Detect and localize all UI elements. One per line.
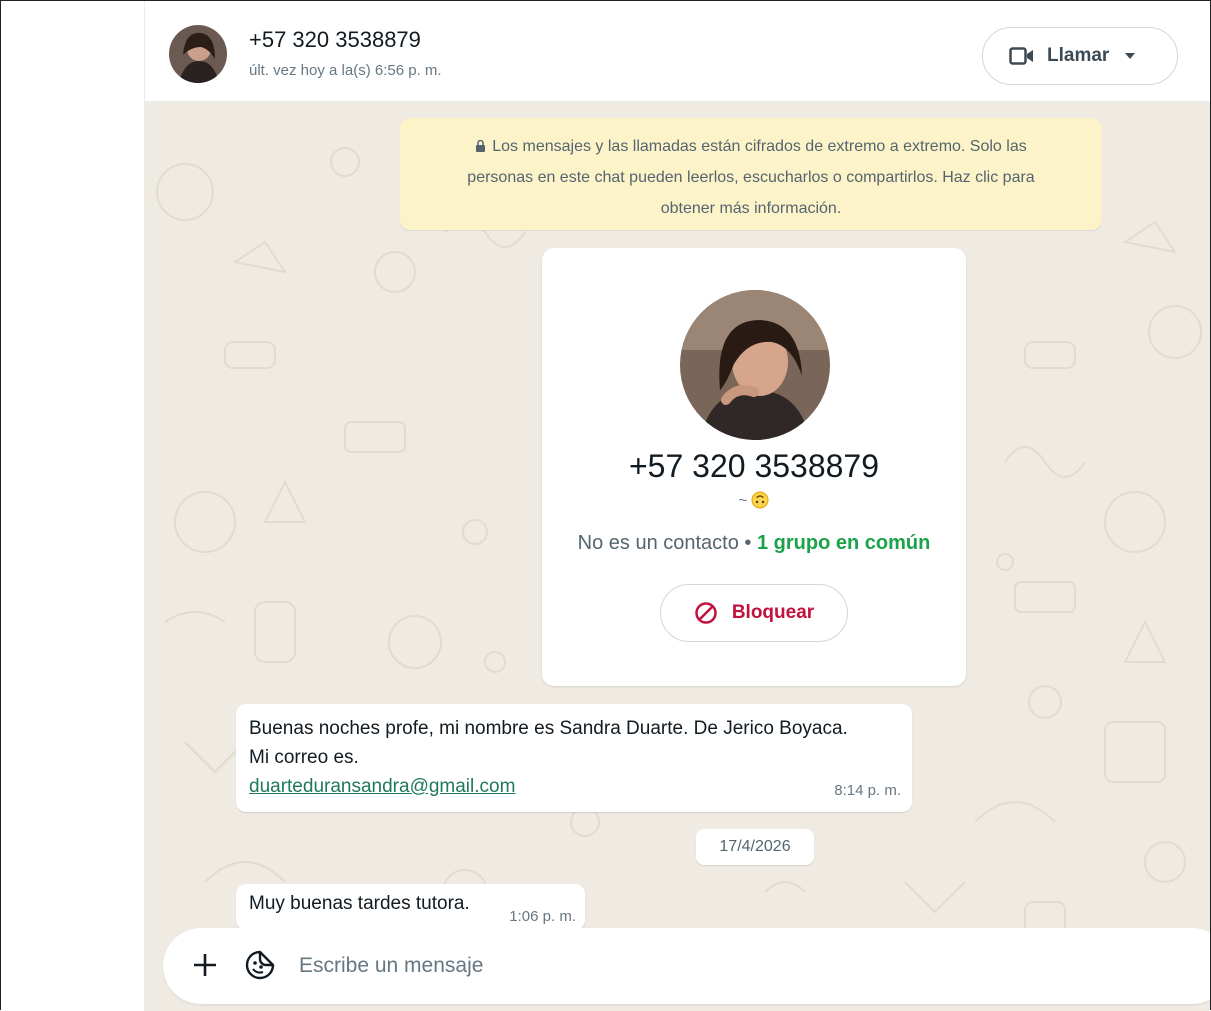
block-button-label: Bloquear <box>731 602 815 623</box>
message-text-line2: Mi correo es. <box>249 747 359 768</box>
last-seen-status: últ. vez hoy a la(s) 6:56 p. m. <box>249 62 442 79</box>
groups-in-common-link[interactable]: 1 grupo en común <box>757 532 930 554</box>
about-tilde: ~ <box>738 492 748 509</box>
encryption-notice[interactable]: Los mensajes y las llamadas están cifrad… <box>400 118 1102 230</box>
message-timestamp: 8:14 p. m. <box>834 782 901 799</box>
encryption-notice-line1: Los mensajes y las llamadas están cifrad… <box>492 138 1027 155</box>
email-link[interactable]: duarteduransandra@gmail.com <box>249 776 515 797</box>
call-button-label: Llamar <box>1047 45 1110 66</box>
contact-name[interactable]: +57 320 3538879 <box>249 27 421 53</box>
call-button[interactable]: Llamar <box>982 27 1178 85</box>
avatar-photo-icon <box>169 25 227 83</box>
chevron-down-icon[interactable] <box>1125 53 1136 59</box>
app-window: +57 320 3538879 últ. vez hoy a la(s) 6:5… <box>0 0 1211 1011</box>
incoming-message[interactable]: Buenas noches profe, mi nombre es Sandra… <box>236 704 912 812</box>
message-text: Muy buenas tardes tutora. <box>249 893 470 914</box>
encryption-notice-line3: obtener más información. <box>660 200 842 217</box>
message-input[interactable] <box>299 946 1099 986</box>
profile-photo-icon <box>680 290 830 440</box>
meta-separator: • <box>744 532 752 554</box>
contact-info-card: +57 320 3538879 ~ No es un contacto • 1 … <box>542 248 966 686</box>
contact-avatar[interactable] <box>169 25 227 83</box>
upside-down-face-emoji-icon <box>751 491 769 509</box>
lock-icon <box>476 140 486 152</box>
contact-profile-photo[interactable] <box>680 290 830 440</box>
date-divider: 17/4/2026 <box>696 829 814 865</box>
left-panel <box>1 1 145 1011</box>
plus-icon[interactable] <box>189 949 221 981</box>
contact-card-about: ~ <box>542 491 966 509</box>
block-button[interactable]: Bloquear <box>660 584 848 642</box>
chat-header: +57 320 3538879 últ. vez hoy a la(s) 6:5… <box>145 1 1210 102</box>
contact-card-phone: +57 320 3538879 <box>628 448 880 484</box>
sticker-icon[interactable] <box>243 948 277 982</box>
contact-card-meta: No es un contacto • 1 grupo en común <box>542 532 966 555</box>
not-contact-label: No es un contacto <box>577 532 739 554</box>
message-timestamp: 1:06 p. m. <box>509 908 576 925</box>
encryption-notice-line2: personas en este chat pueden leerlos, es… <box>467 169 1035 186</box>
incoming-message[interactable]: Muy buenas tardes tutora. 1:06 p. m. <box>236 884 585 930</box>
chat-pane: +57 320 3538879 últ. vez hoy a la(s) 6:5… <box>145 1 1210 1011</box>
video-camera-icon <box>1009 47 1033 65</box>
block-icon <box>695 602 717 624</box>
message-text-line1: Buenas noches profe, mi nombre es Sandra… <box>249 718 848 739</box>
message-composer <box>163 928 1210 1004</box>
